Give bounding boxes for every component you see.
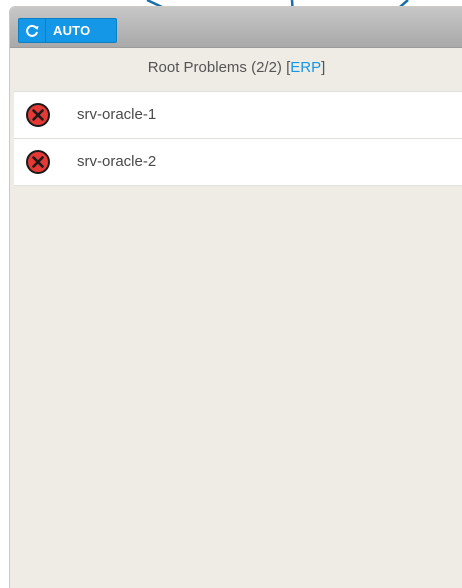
problems-list: srv-oracle-1 srv-oracle-2: [14, 91, 462, 186]
problem-name[interactable]: srv-oracle-1: [77, 106, 156, 123]
error-x-icon: [26, 150, 50, 174]
list-item[interactable]: srv-oracle-1: [14, 91, 462, 139]
panel-toolbar: AUTO: [10, 7, 462, 48]
auto-refresh-button[interactable]: AUTO: [18, 18, 117, 43]
problem-name[interactable]: srv-oracle-2: [77, 153, 156, 170]
panel-title: Root Problems (2/2) [ERP]: [10, 59, 462, 76]
auto-label: AUTO: [53, 23, 91, 38]
refresh-icon: [19, 19, 46, 42]
list-item[interactable]: srv-oracle-2: [14, 139, 462, 186]
bracket-close: ]: [321, 59, 326, 76]
erp-link[interactable]: ERP: [290, 59, 321, 76]
stage: AUTO Root Problems (2/2) [ERP] srv-oracl…: [0, 0, 462, 588]
error-x-icon: [26, 103, 50, 127]
root-problems-panel: AUTO Root Problems (2/2) [ERP] srv-oracl…: [9, 6, 462, 588]
root-problems-title: Root Problems (2/2): [147, 59, 282, 76]
